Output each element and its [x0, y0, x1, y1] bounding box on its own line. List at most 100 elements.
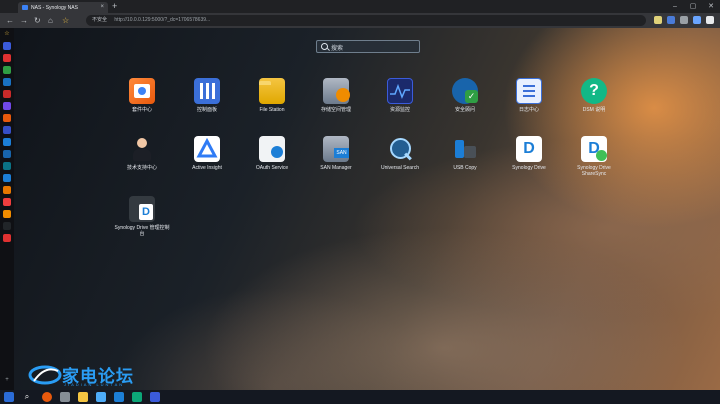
maximize-icon[interactable]: ▢ — [684, 0, 702, 13]
app-active-insight[interactable]: Active Insight — [179, 136, 235, 171]
sidebar-app-icon[interactable] — [3, 114, 11, 122]
sidebar-app-icon[interactable] — [3, 138, 11, 146]
app-synology-drive[interactable]: D Synology Drive — [501, 136, 557, 171]
app-resource-monitor[interactable]: 资源监控 — [372, 78, 428, 113]
app-label: Universal Search — [380, 165, 420, 171]
sidebar-app-icon[interactable] — [3, 234, 11, 242]
desktop-search[interactable]: 搜索 — [316, 40, 420, 53]
sidebar-app-icon[interactable] — [3, 186, 11, 194]
taskbar-app-icon[interactable] — [60, 392, 70, 402]
app-dsm-help[interactable]: ? DSM 说明 — [566, 78, 622, 113]
universal-search-icon — [387, 136, 413, 162]
tab-close-icon[interactable]: × — [100, 4, 104, 10]
watermark-subtext: JIADIAN LUNTAN — [64, 382, 125, 387]
watermark-logo-icon — [28, 365, 62, 384]
sidebar-app-icon[interactable] — [3, 222, 11, 230]
file-explorer-icon[interactable] — [78, 392, 88, 402]
dsm-help-icon: ? — [581, 78, 607, 104]
tab-title: NAS - Synology NAS — [31, 4, 78, 11]
app-support-center[interactable]: 技术支持中心 — [114, 136, 170, 171]
reload-icon[interactable]: ↻ — [34, 16, 41, 25]
system-tray[interactable] — [632, 392, 672, 402]
extension-icon[interactable] — [667, 16, 675, 24]
taskbar-app-icon[interactable] — [96, 392, 106, 402]
home-icon[interactable]: ⌂ — [48, 16, 53, 25]
new-tab-button[interactable]: + — [112, 1, 117, 11]
favorites-icon[interactable]: ☆ — [3, 30, 11, 38]
support-center-icon — [129, 136, 155, 162]
sidebar-app-icon[interactable] — [3, 162, 11, 170]
app-control-panel[interactable]: 控制面板 — [179, 78, 235, 113]
app-label: SAN Manager — [320, 165, 352, 171]
extension-icon[interactable] — [680, 16, 688, 24]
app-label: Active Insight — [192, 165, 222, 171]
side-panel: ☆ + — [0, 28, 14, 390]
app-package-center[interactable]: 套件中心 — [114, 78, 170, 113]
sidebar-app-icon[interactable] — [3, 54, 11, 62]
not-secure-label: 不安全 — [92, 17, 108, 23]
extension-icon[interactable] — [654, 16, 662, 24]
file-station-icon — [259, 78, 285, 104]
bookmark-star-icon[interactable]: ☆ — [62, 16, 69, 25]
close-window-icon[interactable]: ✕ — [702, 0, 720, 13]
window-controls: – ▢ ✕ — [666, 0, 720, 13]
app-label: 安全顾问 — [454, 107, 475, 113]
app-file-station[interactable]: File Station — [244, 78, 300, 113]
taskbar-app-icon[interactable] — [114, 392, 124, 402]
synology-drive-icon: D — [516, 136, 542, 162]
add-sidebar-icon[interactable]: + — [3, 376, 11, 384]
app-label: 日志中心 — [518, 107, 539, 113]
search-placeholder: 搜索 — [331, 46, 344, 52]
browser-tab[interactable]: NAS - Synology NAS × — [18, 2, 108, 13]
app-san-manager[interactable]: SAN SAN Manager — [308, 136, 364, 171]
security-advisor-icon: ✓ — [452, 78, 478, 104]
app-security-advisor[interactable]: ✓ 安全顾问 — [437, 78, 493, 113]
dsm-desktop: 搜索 套件中心 控制面板 File Station 存储空间管理 资源监控 ✓ … — [14, 28, 720, 390]
app-log-center[interactable]: 日志中心 — [501, 78, 557, 113]
oauth-service-icon — [259, 136, 285, 162]
app-storage-manager[interactable]: 存储空间管理 — [308, 78, 364, 113]
sidebar-app-icon[interactable] — [3, 198, 11, 206]
sidebar-app-icon[interactable] — [3, 102, 11, 110]
app-label: OAuth Service — [255, 165, 289, 171]
forward-icon[interactable]: → — [20, 16, 28, 25]
start-icon[interactable] — [4, 392, 14, 402]
drive-admin-console-icon: D — [129, 196, 155, 222]
sidebar-app-icon[interactable] — [3, 66, 11, 74]
app-label: 控制面板 — [196, 107, 217, 113]
app-label: Synology Drive — [512, 165, 546, 171]
taskbar: ⌕ — [0, 390, 720, 404]
resource-monitor-icon — [387, 78, 413, 104]
control-panel-icon — [194, 78, 220, 104]
app-usb-copy[interactable]: USB Copy — [437, 136, 493, 171]
sidebar-app-icon[interactable] — [3, 42, 11, 50]
minimize-icon[interactable]: – — [666, 0, 684, 13]
sidebar-app-icon[interactable] — [3, 126, 11, 134]
sidebar-app-icon[interactable] — [3, 150, 11, 158]
sidebar-app-icon[interactable] — [3, 174, 11, 182]
app-label: Synology Drive 管理控制台 — [114, 225, 170, 237]
sidebar-app-icon[interactable] — [3, 90, 11, 98]
app-label: USB Copy — [453, 165, 477, 171]
back-icon[interactable]: ← — [6, 16, 14, 25]
taskbar-clock[interactable] — [697, 391, 698, 396]
url-text: http://10.0.0.129:5000/?_dc=1706578639..… — [114, 17, 211, 23]
log-center-icon — [516, 78, 542, 104]
url-field[interactable]: 不安全 http://10.0.0.129:5000/?_dc=17065786… — [86, 15, 646, 26]
app-sharesync[interactable]: D Synology Drive ShareSync — [566, 136, 622, 177]
browser-titlebar: NAS - Synology NAS × + – ▢ ✕ — [0, 0, 720, 13]
app-universal-search[interactable]: Universal Search — [372, 136, 428, 171]
app-label: Synology Drive ShareSync — [577, 165, 611, 177]
sidebar-app-icon[interactable] — [3, 78, 11, 86]
app-label: 存储空间管理 — [320, 107, 351, 113]
taskbar-app-icon[interactable] — [132, 392, 142, 402]
sidebar-app-icon[interactable] — [3, 210, 11, 218]
search-icon[interactable]: ⌕ — [22, 392, 32, 402]
address-toolbar: ← → ↻ ⌂ ☆ 不安全 http://10.0.0.129:5000/?_d… — [0, 13, 720, 28]
menu-icon[interactable] — [706, 16, 714, 24]
app-drive-admin-console[interactable]: D Synology Drive 管理控制台 — [114, 196, 170, 237]
extension-icon[interactable] — [693, 16, 701, 24]
taskbar-app-icon[interactable] — [150, 392, 160, 402]
app-oauth-service[interactable]: OAuth Service — [244, 136, 300, 171]
browser-taskbar-icon[interactable] — [42, 392, 52, 402]
